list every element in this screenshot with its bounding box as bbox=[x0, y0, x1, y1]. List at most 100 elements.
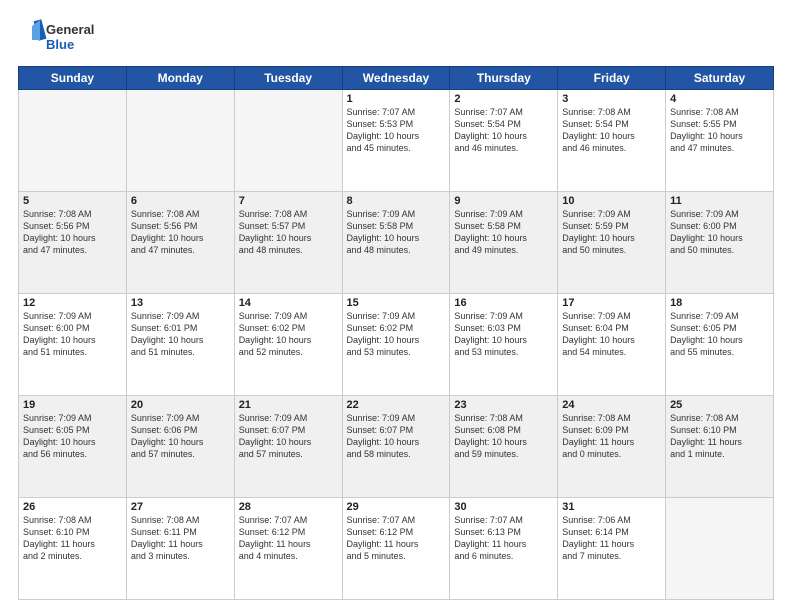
day-number: 28 bbox=[239, 501, 338, 513]
calendar-day-cell: 24Sunrise: 7:08 AM Sunset: 6:09 PM Dayli… bbox=[558, 396, 666, 498]
calendar-day-cell: 5Sunrise: 7:08 AM Sunset: 5:56 PM Daylig… bbox=[19, 192, 127, 294]
calendar-day-cell: 28Sunrise: 7:07 AM Sunset: 6:12 PM Dayli… bbox=[234, 498, 342, 600]
calendar-day-cell: 31Sunrise: 7:06 AM Sunset: 6:14 PM Dayli… bbox=[558, 498, 666, 600]
page-header: General Blue bbox=[18, 18, 774, 58]
calendar-day-cell bbox=[234, 90, 342, 192]
calendar-day-header: Tuesday bbox=[234, 67, 342, 90]
day-info: Sunrise: 7:09 AM Sunset: 6:01 PM Dayligh… bbox=[131, 310, 230, 359]
day-info: Sunrise: 7:09 AM Sunset: 6:00 PM Dayligh… bbox=[670, 208, 769, 257]
calendar-day-cell bbox=[19, 90, 127, 192]
day-number: 31 bbox=[562, 501, 661, 513]
day-number: 7 bbox=[239, 195, 338, 207]
calendar-day-cell: 18Sunrise: 7:09 AM Sunset: 6:05 PM Dayli… bbox=[666, 294, 774, 396]
day-info: Sunrise: 7:09 AM Sunset: 6:04 PM Dayligh… bbox=[562, 310, 661, 359]
day-info: Sunrise: 7:09 AM Sunset: 6:07 PM Dayligh… bbox=[347, 412, 446, 461]
calendar-day-header: Sunday bbox=[19, 67, 127, 90]
day-info: Sunrise: 7:09 AM Sunset: 6:03 PM Dayligh… bbox=[454, 310, 553, 359]
day-number: 27 bbox=[131, 501, 230, 513]
day-info: Sunrise: 7:08 AM Sunset: 5:54 PM Dayligh… bbox=[562, 106, 661, 155]
day-info: Sunrise: 7:07 AM Sunset: 5:53 PM Dayligh… bbox=[347, 106, 446, 155]
calendar-day-cell: 13Sunrise: 7:09 AM Sunset: 6:01 PM Dayli… bbox=[126, 294, 234, 396]
day-number: 23 bbox=[454, 399, 553, 411]
calendar-table: SundayMondayTuesdayWednesdayThursdayFrid… bbox=[18, 66, 774, 600]
day-info: Sunrise: 7:07 AM Sunset: 6:13 PM Dayligh… bbox=[454, 514, 553, 563]
day-info: Sunrise: 7:07 AM Sunset: 6:12 PM Dayligh… bbox=[239, 514, 338, 563]
calendar-day-header: Saturday bbox=[666, 67, 774, 90]
day-info: Sunrise: 7:08 AM Sunset: 5:56 PM Dayligh… bbox=[131, 208, 230, 257]
calendar-day-cell: 8Sunrise: 7:09 AM Sunset: 5:58 PM Daylig… bbox=[342, 192, 450, 294]
calendar-day-cell: 17Sunrise: 7:09 AM Sunset: 6:04 PM Dayli… bbox=[558, 294, 666, 396]
day-info: Sunrise: 7:09 AM Sunset: 6:02 PM Dayligh… bbox=[347, 310, 446, 359]
svg-text:Blue: Blue bbox=[46, 37, 74, 52]
calendar-week-row: 1Sunrise: 7:07 AM Sunset: 5:53 PM Daylig… bbox=[19, 90, 774, 192]
day-info: Sunrise: 7:08 AM Sunset: 6:10 PM Dayligh… bbox=[670, 412, 769, 461]
calendar-day-header: Friday bbox=[558, 67, 666, 90]
day-info: Sunrise: 7:07 AM Sunset: 5:54 PM Dayligh… bbox=[454, 106, 553, 155]
day-number: 24 bbox=[562, 399, 661, 411]
svg-text:General: General bbox=[46, 22, 94, 37]
calendar-week-row: 12Sunrise: 7:09 AM Sunset: 6:00 PM Dayli… bbox=[19, 294, 774, 396]
day-info: Sunrise: 7:08 AM Sunset: 5:55 PM Dayligh… bbox=[670, 106, 769, 155]
day-number: 15 bbox=[347, 297, 446, 309]
day-info: Sunrise: 7:09 AM Sunset: 5:58 PM Dayligh… bbox=[454, 208, 553, 257]
calendar-day-cell: 9Sunrise: 7:09 AM Sunset: 5:58 PM Daylig… bbox=[450, 192, 558, 294]
logo: General Blue bbox=[18, 18, 108, 58]
calendar-day-header: Wednesday bbox=[342, 67, 450, 90]
calendar-day-cell: 15Sunrise: 7:09 AM Sunset: 6:02 PM Dayli… bbox=[342, 294, 450, 396]
day-info: Sunrise: 7:09 AM Sunset: 6:07 PM Dayligh… bbox=[239, 412, 338, 461]
day-number: 21 bbox=[239, 399, 338, 411]
day-number: 8 bbox=[347, 195, 446, 207]
calendar-day-cell: 2Sunrise: 7:07 AM Sunset: 5:54 PM Daylig… bbox=[450, 90, 558, 192]
day-info: Sunrise: 7:09 AM Sunset: 5:59 PM Dayligh… bbox=[562, 208, 661, 257]
day-info: Sunrise: 7:09 AM Sunset: 6:02 PM Dayligh… bbox=[239, 310, 338, 359]
calendar-day-cell: 7Sunrise: 7:08 AM Sunset: 5:57 PM Daylig… bbox=[234, 192, 342, 294]
calendar-day-cell: 1Sunrise: 7:07 AM Sunset: 5:53 PM Daylig… bbox=[342, 90, 450, 192]
day-number: 20 bbox=[131, 399, 230, 411]
day-number: 12 bbox=[23, 297, 122, 309]
day-number: 10 bbox=[562, 195, 661, 207]
day-info: Sunrise: 7:08 AM Sunset: 5:57 PM Dayligh… bbox=[239, 208, 338, 257]
day-number: 18 bbox=[670, 297, 769, 309]
calendar-day-cell: 23Sunrise: 7:08 AM Sunset: 6:08 PM Dayli… bbox=[450, 396, 558, 498]
calendar-day-cell: 16Sunrise: 7:09 AM Sunset: 6:03 PM Dayli… bbox=[450, 294, 558, 396]
calendar-day-cell bbox=[666, 498, 774, 600]
day-number: 9 bbox=[454, 195, 553, 207]
calendar-day-header: Thursday bbox=[450, 67, 558, 90]
calendar-week-row: 26Sunrise: 7:08 AM Sunset: 6:10 PM Dayli… bbox=[19, 498, 774, 600]
calendar-day-cell: 20Sunrise: 7:09 AM Sunset: 6:06 PM Dayli… bbox=[126, 396, 234, 498]
calendar-day-cell: 21Sunrise: 7:09 AM Sunset: 6:07 PM Dayli… bbox=[234, 396, 342, 498]
day-number: 11 bbox=[670, 195, 769, 207]
calendar-day-cell bbox=[126, 90, 234, 192]
day-number: 4 bbox=[670, 93, 769, 105]
day-info: Sunrise: 7:09 AM Sunset: 6:00 PM Dayligh… bbox=[23, 310, 122, 359]
day-number: 29 bbox=[347, 501, 446, 513]
day-number: 13 bbox=[131, 297, 230, 309]
calendar-day-cell: 14Sunrise: 7:09 AM Sunset: 6:02 PM Dayli… bbox=[234, 294, 342, 396]
calendar-day-cell: 30Sunrise: 7:07 AM Sunset: 6:13 PM Dayli… bbox=[450, 498, 558, 600]
day-number: 14 bbox=[239, 297, 338, 309]
calendar-week-row: 19Sunrise: 7:09 AM Sunset: 6:05 PM Dayli… bbox=[19, 396, 774, 498]
day-info: Sunrise: 7:06 AM Sunset: 6:14 PM Dayligh… bbox=[562, 514, 661, 563]
day-info: Sunrise: 7:09 AM Sunset: 6:05 PM Dayligh… bbox=[670, 310, 769, 359]
day-number: 30 bbox=[454, 501, 553, 513]
calendar-day-header: Monday bbox=[126, 67, 234, 90]
calendar-day-cell: 26Sunrise: 7:08 AM Sunset: 6:10 PM Dayli… bbox=[19, 498, 127, 600]
day-number: 22 bbox=[347, 399, 446, 411]
day-number: 25 bbox=[670, 399, 769, 411]
calendar-day-cell: 29Sunrise: 7:07 AM Sunset: 6:12 PM Dayli… bbox=[342, 498, 450, 600]
day-number: 26 bbox=[23, 501, 122, 513]
day-number: 17 bbox=[562, 297, 661, 309]
day-info: Sunrise: 7:08 AM Sunset: 6:08 PM Dayligh… bbox=[454, 412, 553, 461]
calendar-day-cell: 25Sunrise: 7:08 AM Sunset: 6:10 PM Dayli… bbox=[666, 396, 774, 498]
calendar-header-row: SundayMondayTuesdayWednesdayThursdayFrid… bbox=[19, 67, 774, 90]
day-number: 16 bbox=[454, 297, 553, 309]
day-number: 2 bbox=[454, 93, 553, 105]
logo-svg: General Blue bbox=[18, 18, 108, 58]
calendar-day-cell: 27Sunrise: 7:08 AM Sunset: 6:11 PM Dayli… bbox=[126, 498, 234, 600]
calendar-day-cell: 19Sunrise: 7:09 AM Sunset: 6:05 PM Dayli… bbox=[19, 396, 127, 498]
day-number: 1 bbox=[347, 93, 446, 105]
calendar-day-cell: 6Sunrise: 7:08 AM Sunset: 5:56 PM Daylig… bbox=[126, 192, 234, 294]
calendar-day-cell: 22Sunrise: 7:09 AM Sunset: 6:07 PM Dayli… bbox=[342, 396, 450, 498]
calendar-day-cell: 4Sunrise: 7:08 AM Sunset: 5:55 PM Daylig… bbox=[666, 90, 774, 192]
day-number: 3 bbox=[562, 93, 661, 105]
